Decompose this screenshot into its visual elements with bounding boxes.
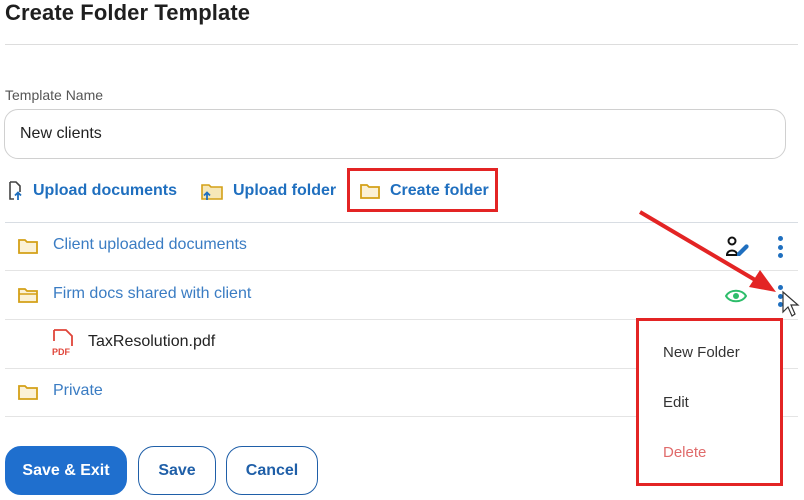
upload-folder-icon [201, 184, 223, 200]
create-folder-label: Create folder [390, 182, 489, 199]
folder-context-menu: New Folder Edit Delete [636, 318, 783, 486]
row-menu-kebab-icon[interactable] [777, 236, 783, 258]
menu-item-new-folder[interactable]: New Folder [663, 344, 740, 361]
pdf-file-icon: PDF [52, 329, 73, 357]
save-button[interactable]: Save [138, 446, 216, 495]
template-name-label: Template Name [5, 87, 104, 103]
eye-icon [725, 289, 747, 303]
pdf-badge: PDF [52, 347, 71, 357]
folder-icon [360, 184, 380, 199]
folder-label[interactable]: Client uploaded documents [53, 236, 247, 254]
save-and-exit-button[interactable]: Save & Exit [5, 446, 127, 495]
page-title: Create Folder Template [5, 0, 251, 25]
folder-icon [18, 239, 38, 254]
folder-icon [18, 385, 38, 400]
open-folder-icon [18, 288, 38, 303]
upload-documents-button[interactable]: Upload documents [7, 178, 177, 204]
file-label[interactable]: TaxResolution.pdf [88, 333, 215, 351]
folder-row-firm-docs[interactable]: Firm docs shared with client [5, 272, 798, 320]
folder-label[interactable]: Private [53, 382, 103, 400]
client-access-icon [725, 236, 749, 256]
upload-folder-button[interactable]: Upload folder [201, 178, 336, 204]
upload-document-icon [9, 181, 22, 200]
upload-folder-label: Upload folder [233, 182, 337, 199]
template-name-input[interactable] [4, 109, 786, 159]
folder-label[interactable]: Firm docs shared with client [53, 285, 251, 303]
title-divider [5, 44, 798, 45]
folder-row-client-uploaded[interactable]: Client uploaded documents [5, 223, 798, 271]
cancel-button[interactable]: Cancel [226, 446, 318, 495]
menu-item-edit[interactable]: Edit [663, 394, 689, 411]
menu-item-delete[interactable]: Delete [663, 444, 706, 461]
upload-documents-label: Upload documents [33, 182, 178, 199]
create-folder-button[interactable]: Create folder [360, 178, 489, 204]
row-menu-kebab-icon[interactable] [777, 285, 783, 307]
